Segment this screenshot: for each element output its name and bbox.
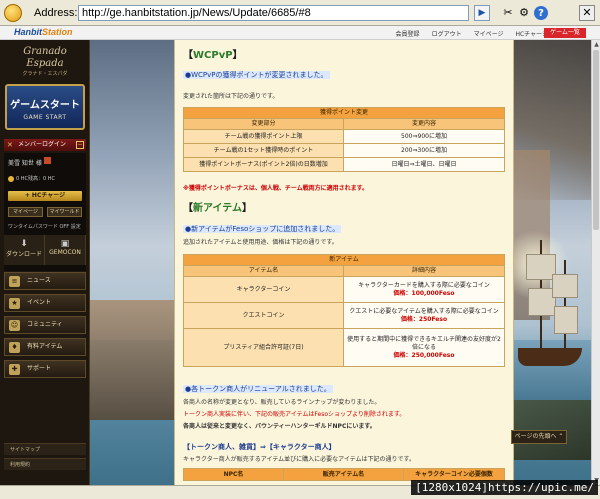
site-topbar: HanbitStation 会員登録 ログアウト マイページ HCチャージ ゲー… <box>0 26 600 40</box>
download-button[interactable]: ⬇ ダウンロード <box>4 235 45 265</box>
topbar-link-mypage[interactable]: マイページ <box>474 29 504 38</box>
game-list-button[interactable]: ゲーム一覧 <box>544 28 586 38</box>
community-icon: ☺ <box>9 320 20 331</box>
wcpvp-bullet: ●WCPvPの獲得ポイントが変更されました。 <box>183 71 330 79</box>
news-icon: ≡ <box>9 276 20 287</box>
table-caption: 獲得ポイント変更 <box>183 107 505 119</box>
otp-setting[interactable]: ワンタイムパスワード OFF 設定 <box>8 223 81 230</box>
table-header: 詳細内容 <box>343 265 505 277</box>
main-menu: ≡ ニュース ★ イベント ☺ コミュニティ ♦ 有料アイテム ✚ サポート <box>4 272 86 382</box>
table-header: 販売アイテム名 <box>283 468 404 481</box>
menu-item-news[interactable]: ≡ ニュース <box>4 272 86 290</box>
download-icon: ⬇ <box>20 239 28 249</box>
myworld-button[interactable]: マイワールド <box>47 207 82 217</box>
game-logo[interactable]: Granado Espada グラナド・エスパダ <box>4 46 86 77</box>
collapse-icon[interactable]: − <box>76 141 84 149</box>
scrollbar-thumb[interactable] <box>593 50 599 230</box>
address-input[interactable]: http://ge.hanbitstation.jp/News/Update/6… <box>78 5 469 21</box>
member-login-header: ✕ メンバーログイン − <box>4 139 86 151</box>
coin-icon <box>8 175 14 182</box>
item-bullet: ●新アイテムがFesoショップに追加されました。 <box>183 225 342 233</box>
update-content: 【WCPvP】 ●WCPvPの獲得ポイントが変更されました。 変更された箇所は下… <box>174 40 514 485</box>
footer-link-sitemap[interactable]: サイトマップ <box>4 443 86 455</box>
address-label: Address: <box>34 7 78 19</box>
user-badge-icon <box>44 157 51 164</box>
watermark: [1280x1024]https://upic.me/ <box>411 480 598 495</box>
user-name: 美雪 知世 様 <box>8 160 42 167</box>
crossed-swords-icon: ✕ <box>7 141 13 149</box>
item-note: 追加されたアイテムと使用用途、価格は下記の通りです。 <box>183 239 338 246</box>
table-header: 変更部分 <box>183 118 344 130</box>
table-row: 獲得ポイントボーナス(ポイント2倍)の日数増加 日曜日⇒土曜日、日曜日 <box>183 157 505 172</box>
footer-link-terms[interactable]: 利用規約 <box>4 458 86 470</box>
table-row: プリスティア組合許可証(7日) 使用すると期間中に獲得できるキエルチ関連の友好度… <box>183 328 505 367</box>
table-caption: 新アイテム <box>183 254 505 266</box>
hanbit-logo[interactable]: HanbitStation <box>14 27 73 37</box>
new-item-table: 新アイテム アイテム名 詳細内容 キャラクターコイン キャラクターカードを購入す… <box>183 254 505 367</box>
go-icon[interactable]: ▶ <box>474 5 490 21</box>
support-icon: ✚ <box>9 364 20 375</box>
game-start-button[interactable]: ゲームスタート GAME START <box>5 84 85 130</box>
token-link[interactable]: 【トークン商人、雑貨】⇒【キャラクター商人】 <box>183 442 336 452</box>
table-row: チーム戦の獲得ポイント上限 500⇒900に増加 <box>183 129 505 144</box>
quick-links: ⬇ ダウンロード ▣ GEMOCON <box>4 235 86 265</box>
settings-icon[interactable]: ⚙ <box>516 5 532 21</box>
token-note-2: トークン商人実装に伴い、下記の販売アイテムはFesoショップより削除されます。 <box>183 411 406 418</box>
menu-item-event[interactable]: ★ イベント <box>4 294 86 312</box>
table-row: キャラクターコイン キャラクターカードを購入する際に必要なコイン 価格：100,0… <box>183 276 505 303</box>
token-note-3: 各商人は従来と変更なく、バウンティーハンターギルドNPCにいます。 <box>183 423 376 430</box>
close-icon[interactable]: ✕ <box>579 5 595 21</box>
scroll-up-icon[interactable]: ▲ <box>592 40 600 49</box>
table-row: チーム戦の1セット獲得時のポイント 200⇒300に増加 <box>183 143 505 158</box>
mypage-button[interactable]: マイページ <box>8 207 43 217</box>
points-change-table: 獲得ポイント変更 変更部分 変更内容 チーム戦の獲得ポイント上限 500⇒900… <box>183 107 505 172</box>
menu-item-community[interactable]: ☺ コミュニティ <box>4 316 86 334</box>
token-note-4: キャラクター商人が販売するアイテム並びに購入に必要なアイテムは下記の通りです。 <box>183 456 415 463</box>
gemocon-button[interactable]: ▣ GEMOCON <box>45 235 86 265</box>
table-header: NPC名 <box>183 468 284 481</box>
item-icon: ♦ <box>9 342 20 353</box>
tools-icon[interactable]: ✂ <box>500 5 516 21</box>
hc-charge-button[interactable]: + HCチャージ <box>8 191 82 201</box>
background-ship <box>510 230 590 380</box>
menu-item-support[interactable]: ✚ サポート <box>4 360 86 378</box>
address-bar: Address: http://ge.hanbitstation.jp/News… <box>0 0 600 26</box>
token-bullet: ●各トークン商人がリニューアルされました。 <box>183 385 333 393</box>
menu-item-item[interactable]: ♦ 有料アイテム <box>4 338 86 356</box>
sidebar: Granado Espada グラナド・エスパダ ゲームスタート GAME ST… <box>0 40 90 485</box>
wcpvp-note: 変更された箇所は下記の通りです。 <box>183 93 279 100</box>
event-icon: ★ <box>9 298 20 309</box>
table-header: キャラクターコイン必要個数 <box>403 468 505 481</box>
topbar-links: 会員登録 ログアウト マイページ HCチャージ <box>396 29 548 38</box>
topbar-link-register[interactable]: 会員登録 <box>396 29 420 38</box>
page-scrollbar[interactable]: ▲ ▼ <box>591 40 600 485</box>
section-heading-new-item: 【新アイテム】 <box>183 203 252 214</box>
topbar-link-logout[interactable]: ログアウト <box>432 29 462 38</box>
section-heading-wcpvp: 【WCPvP】 <box>183 50 243 61</box>
token-note-1: 各商人の名称が変更となり、販売しているラインナップが変わりました。 <box>183 399 381 406</box>
background-town <box>90 300 180 420</box>
help-icon[interactable]: ? <box>534 6 548 20</box>
table-header: アイテム名 <box>183 265 344 277</box>
back-to-top-button[interactable]: ページの先頭へ ⌃ <box>511 430 567 444</box>
table-row: クエストコイン クエストに必要なアイテムを購入する際に必要なコイン 価格：250F… <box>183 302 505 329</box>
browser-logo-icon <box>4 4 22 22</box>
gemocon-icon: ▣ <box>60 239 70 249</box>
wcpvp-warning: ※獲得ポイントボーナスは、個人戦、チーム戦両方に適用されます。 <box>183 185 369 192</box>
table-header: 変更内容 <box>343 118 505 130</box>
hc-balance: 0 HC残高：0 HC <box>8 175 55 183</box>
